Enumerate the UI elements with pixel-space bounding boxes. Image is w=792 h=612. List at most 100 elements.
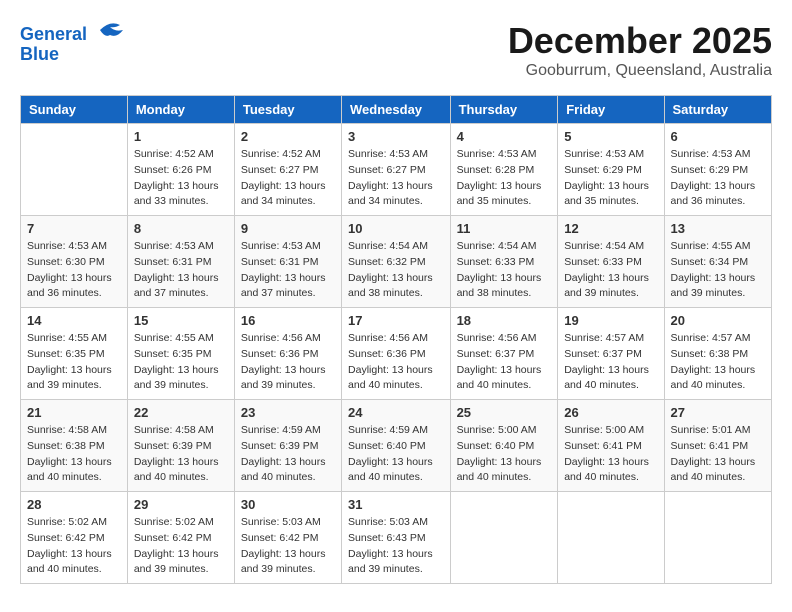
calendar-cell: 13 Sunrise: 4:55 AMSunset: 6:34 PMDayligh… <box>664 216 771 308</box>
day-info: Sunrise: 4:53 AMSunset: 6:31 PMDaylight:… <box>134 239 228 302</box>
day-info: Sunrise: 4:52 AMSunset: 6:27 PMDaylight:… <box>241 147 335 210</box>
day-info: Sunrise: 4:55 AMSunset: 6:34 PMDaylight:… <box>671 239 765 302</box>
calendar-cell: 2 Sunrise: 4:52 AMSunset: 6:27 PMDaylight… <box>234 124 341 216</box>
calendar-cell: 21 Sunrise: 4:58 AMSunset: 6:38 PMDayligh… <box>21 400 128 492</box>
day-info: Sunrise: 4:54 AMSunset: 6:32 PMDaylight:… <box>348 239 444 302</box>
calendar-cell: 17 Sunrise: 4:56 AMSunset: 6:36 PMDayligh… <box>342 308 451 400</box>
day-number: 2 <box>241 129 335 144</box>
day-info: Sunrise: 4:56 AMSunset: 6:36 PMDaylight:… <box>241 331 335 394</box>
day-number: 25 <box>457 405 552 420</box>
calendar-cell <box>450 492 558 584</box>
day-info: Sunrise: 5:00 AMSunset: 6:41 PMDaylight:… <box>564 423 657 486</box>
calendar-cell: 25Sunrise: 5:00 AMSunset: 6:40 PMDayligh… <box>450 400 558 492</box>
logo-line2: Blue <box>20 45 125 65</box>
calendar-cell: 10 Sunrise: 4:54 AMSunset: 6:32 PMDayligh… <box>342 216 451 308</box>
day-info: Sunrise: 4:57 AMSunset: 6:37 PMDaylight:… <box>564 331 657 394</box>
day-number: 5 <box>564 129 657 144</box>
day-number: 17 <box>348 313 444 328</box>
day-number: 14 <box>27 313 121 328</box>
day-number: 10 <box>348 221 444 236</box>
day-number: 19 <box>564 313 657 328</box>
day-number: 15 <box>134 313 228 328</box>
day-number: 8 <box>134 221 228 236</box>
day-info: Sunrise: 4:55 AMSunset: 6:35 PMDaylight:… <box>27 331 121 394</box>
calendar-cell: 8 Sunrise: 4:53 AMSunset: 6:31 PMDaylight… <box>127 216 234 308</box>
month-title: December 2025 <box>508 20 772 62</box>
day-number: 6 <box>671 129 765 144</box>
calendar-cell: 6 Sunrise: 4:53 AMSunset: 6:29 PMDaylight… <box>664 124 771 216</box>
calendar-cell <box>21 124 128 216</box>
calendar-table: SundayMondayTuesdayWednesdayThursdayFrid… <box>20 95 772 584</box>
day-number: 3 <box>348 129 444 144</box>
calendar-header-thursday: Thursday <box>450 96 558 124</box>
day-info: Sunrise: 4:58 AMSunset: 6:38 PMDaylight:… <box>27 423 121 486</box>
day-info: Sunrise: 5:01 AMSunset: 6:41 PMDaylight:… <box>671 423 765 486</box>
logo-bird-icon <box>95 20 125 40</box>
day-number: 31 <box>348 497 444 512</box>
calendar-header-sunday: Sunday <box>21 96 128 124</box>
day-info: Sunrise: 4:53 AMSunset: 6:30 PMDaylight:… <box>27 239 121 302</box>
calendar-cell: 29 Sunrise: 5:02 AMSunset: 6:42 PMDayligh… <box>127 492 234 584</box>
calendar-cell: 20Sunrise: 4:57 AMSunset: 6:38 PMDayligh… <box>664 308 771 400</box>
calendar-cell: 18 Sunrise: 4:56 AMSunset: 6:37 PMDayligh… <box>450 308 558 400</box>
calendar-cell: 24 Sunrise: 4:59 AMSunset: 6:40 PMDayligh… <box>342 400 451 492</box>
calendar-cell: 27 Sunrise: 5:01 AMSunset: 6:41 PMDayligh… <box>664 400 771 492</box>
calendar-cell: 16 Sunrise: 4:56 AMSunset: 6:36 PMDayligh… <box>234 308 341 400</box>
calendar-cell: 22 Sunrise: 4:58 AMSunset: 6:39 PMDayligh… <box>127 400 234 492</box>
calendar-cell: 7 Sunrise: 4:53 AMSunset: 6:30 PMDaylight… <box>21 216 128 308</box>
day-number: 29 <box>134 497 228 512</box>
day-number: 12 <box>564 221 657 236</box>
day-info: Sunrise: 5:03 AMSunset: 6:43 PMDaylight:… <box>348 515 444 578</box>
day-number: 22 <box>134 405 228 420</box>
calendar-cell <box>664 492 771 584</box>
day-info: Sunrise: 4:54 AMSunset: 6:33 PMDaylight:… <box>457 239 552 302</box>
day-info: Sunrise: 4:55 AMSunset: 6:35 PMDaylight:… <box>134 331 228 394</box>
day-info: Sunrise: 5:02 AMSunset: 6:42 PMDaylight:… <box>134 515 228 578</box>
day-number: 1 <box>134 129 228 144</box>
day-info: Sunrise: 4:54 AMSunset: 6:33 PMDaylight:… <box>564 239 657 302</box>
calendar-header-monday: Monday <box>127 96 234 124</box>
calendar-header-friday: Friday <box>558 96 664 124</box>
day-info: Sunrise: 4:56 AMSunset: 6:37 PMDaylight:… <box>457 331 552 394</box>
title-section: December 2025 Gooburrum, Queensland, Aus… <box>508 20 772 80</box>
calendar-cell: 26Sunrise: 5:00 AMSunset: 6:41 PMDayligh… <box>558 400 664 492</box>
calendar-cell: 15 Sunrise: 4:55 AMSunset: 6:35 PMDayligh… <box>127 308 234 400</box>
logo-general: General <box>20 24 87 44</box>
calendar-cell: 30Sunrise: 5:03 AMSunset: 6:42 PMDayligh… <box>234 492 341 584</box>
day-info: Sunrise: 4:53 AMSunset: 6:29 PMDaylight:… <box>564 147 657 210</box>
calendar-cell: 14 Sunrise: 4:55 AMSunset: 6:35 PMDayligh… <box>21 308 128 400</box>
day-number: 13 <box>671 221 765 236</box>
day-number: 24 <box>348 405 444 420</box>
logo: General Blue <box>20 20 125 65</box>
day-info: Sunrise: 4:59 AMSunset: 6:40 PMDaylight:… <box>348 423 444 486</box>
calendar-cell: 3 Sunrise: 4:53 AMSunset: 6:27 PMDaylight… <box>342 124 451 216</box>
calendar-header-wednesday: Wednesday <box>342 96 451 124</box>
day-info: Sunrise: 4:59 AMSunset: 6:39 PMDaylight:… <box>241 423 335 486</box>
day-info: Sunrise: 4:58 AMSunset: 6:39 PMDaylight:… <box>134 423 228 486</box>
calendar-cell: 19 Sunrise: 4:57 AMSunset: 6:37 PMDayligh… <box>558 308 664 400</box>
day-info: Sunrise: 4:52 AMSunset: 6:26 PMDaylight:… <box>134 147 228 210</box>
calendar-cell: 23 Sunrise: 4:59 AMSunset: 6:39 PMDayligh… <box>234 400 341 492</box>
calendar-cell: 4 Sunrise: 4:53 AMSunset: 6:28 PMDaylight… <box>450 124 558 216</box>
day-info: Sunrise: 4:53 AMSunset: 6:27 PMDaylight:… <box>348 147 444 210</box>
day-number: 4 <box>457 129 552 144</box>
calendar-cell: 12 Sunrise: 4:54 AMSunset: 6:33 PMDayligh… <box>558 216 664 308</box>
day-number: 27 <box>671 405 765 420</box>
day-info: Sunrise: 5:03 AMSunset: 6:42 PMDaylight:… <box>241 515 335 578</box>
calendar-header-saturday: Saturday <box>664 96 771 124</box>
calendar-cell: 11 Sunrise: 4:54 AMSunset: 6:33 PMDayligh… <box>450 216 558 308</box>
day-info: Sunrise: 5:02 AMSunset: 6:42 PMDaylight:… <box>27 515 121 578</box>
day-number: 16 <box>241 313 335 328</box>
day-info: Sunrise: 4:53 AMSunset: 6:28 PMDaylight:… <box>457 147 552 210</box>
day-info: Sunrise: 4:53 AMSunset: 6:31 PMDaylight:… <box>241 239 335 302</box>
calendar-cell: 1 Sunrise: 4:52 AMSunset: 6:26 PMDaylight… <box>127 124 234 216</box>
day-number: 23 <box>241 405 335 420</box>
day-info: Sunrise: 4:56 AMSunset: 6:36 PMDaylight:… <box>348 331 444 394</box>
day-number: 11 <box>457 221 552 236</box>
day-info: Sunrise: 4:53 AMSunset: 6:29 PMDaylight:… <box>671 147 765 210</box>
calendar-cell: 31 Sunrise: 5:03 AMSunset: 6:43 PMDayligh… <box>342 492 451 584</box>
calendar-cell <box>558 492 664 584</box>
day-number: 7 <box>27 221 121 236</box>
day-number: 18 <box>457 313 552 328</box>
day-number: 21 <box>27 405 121 420</box>
